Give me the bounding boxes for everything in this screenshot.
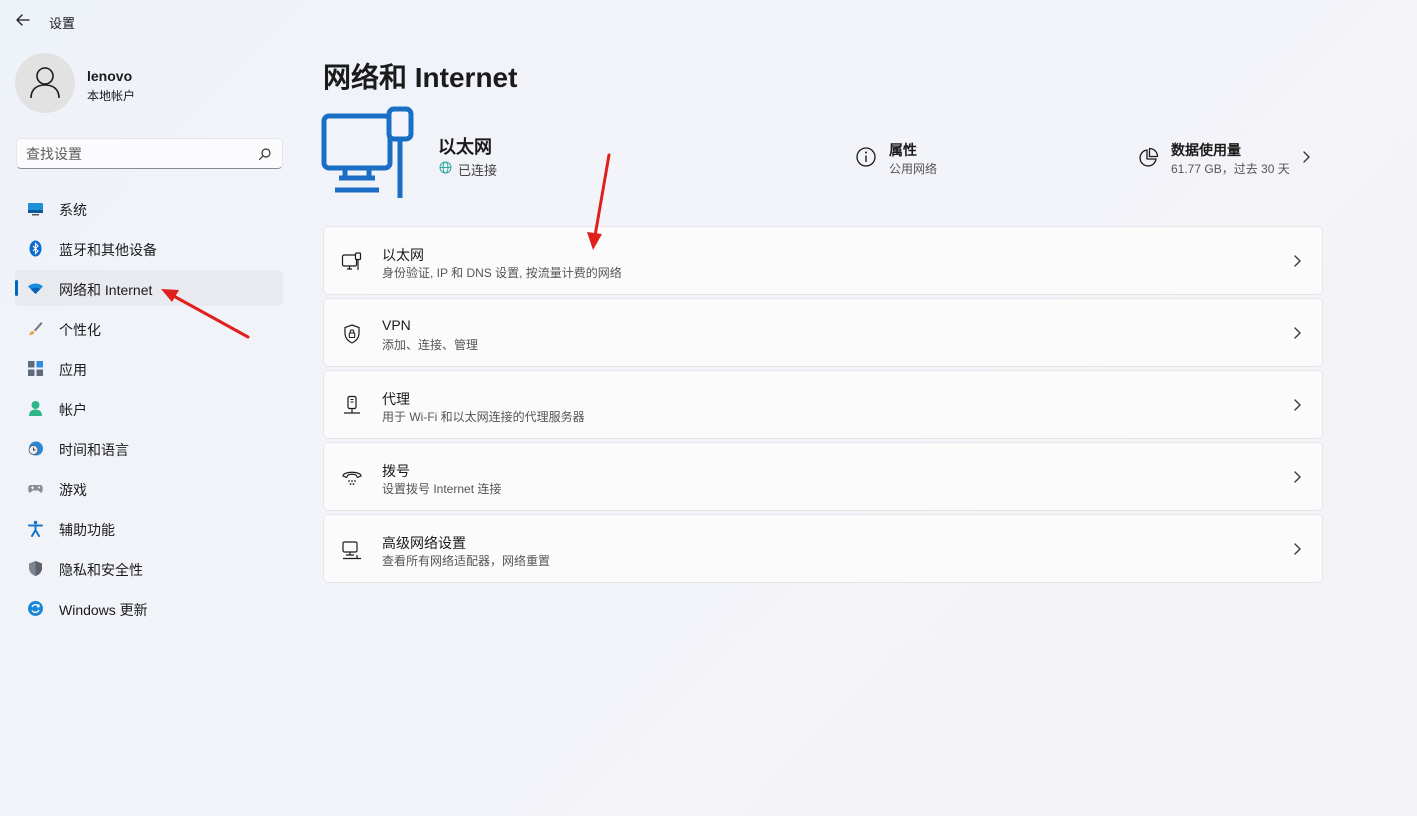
page-title: 网络和 Internet bbox=[323, 62, 518, 93]
back-arrow-icon[interactable] bbox=[12, 10, 34, 30]
sidebar-item-apps[interactable]: 应用 bbox=[15, 350, 283, 386]
sidebar-item-time-language[interactable]: 时间和语言 bbox=[15, 430, 283, 466]
system-icon bbox=[28, 203, 43, 216]
card-subtitle: 查看所有网络适配器，网络重置 bbox=[382, 554, 551, 568]
accessibility-icon bbox=[28, 520, 43, 537]
ethernet-monitor-icon bbox=[321, 106, 414, 198]
sidebar-item-gaming[interactable]: 游戏 bbox=[15, 470, 283, 506]
apps-icon bbox=[28, 361, 43, 376]
sidebar-item-system[interactable]: 系统 bbox=[15, 190, 283, 226]
card-title: 以太网 bbox=[382, 247, 424, 263]
sidebar-item-bluetooth[interactable]: 蓝牙和其他设备 bbox=[15, 230, 283, 266]
properties-link[interactable]: 属性 公用网络 bbox=[855, 137, 1075, 181]
data-usage-subtitle: 61.77 GB，过去 30 天 bbox=[1171, 162, 1290, 176]
sidebar-item-privacy[interactable]: 隐私和安全性 bbox=[15, 550, 283, 586]
settings-cards: 以太网 身份验证, IP 和 DNS 设置, 按流量计费的网络 VPN 添加、连… bbox=[323, 226, 1323, 586]
sidebar-item-label: 时间和语言 bbox=[59, 442, 129, 458]
dialup-icon bbox=[342, 471, 362, 485]
person-icon bbox=[29, 401, 42, 416]
chevron-right-icon bbox=[1303, 151, 1310, 163]
card-title: 拨号 bbox=[382, 463, 410, 479]
sidebar-item-label: 系统 bbox=[59, 202, 87, 218]
card-title: 代理 bbox=[382, 391, 410, 407]
chevron-right-icon bbox=[1294, 255, 1301, 267]
proxy-icon bbox=[344, 395, 360, 414]
bluetooth-icon bbox=[29, 240, 42, 257]
sidebar: lenovo 本地帐户 系统 蓝牙和其他设备 bbox=[0, 40, 300, 816]
chevron-right-icon bbox=[1294, 399, 1301, 411]
sidebar-item-label: 隐私和安全性 bbox=[59, 562, 143, 578]
update-icon bbox=[28, 601, 43, 616]
data-usage-link[interactable]: 数据使用量 61.77 GB，过去 30 天 bbox=[1137, 137, 1322, 181]
sidebar-item-label: 蓝牙和其他设备 bbox=[59, 242, 157, 258]
sidebar-nav: 系统 蓝牙和其他设备 网络和 Internet 个性化 应用 帐户 时间和语言 … bbox=[15, 190, 283, 630]
sidebar-item-label: 个性化 bbox=[59, 322, 101, 338]
sidebar-item-label: 网络和 Internet bbox=[59, 282, 153, 298]
card-title: VPN bbox=[382, 317, 411, 333]
connection-status: 已连接 bbox=[458, 163, 498, 178]
data-usage-title: 数据使用量 bbox=[1171, 142, 1241, 158]
sidebar-item-label: 帐户 bbox=[59, 402, 87, 418]
account-type: 本地帐户 bbox=[87, 89, 136, 103]
card-advanced-network[interactable]: 高级网络设置 查看所有网络适配器，网络重置 bbox=[323, 514, 1323, 583]
clock-globe-icon bbox=[28, 441, 43, 456]
card-title: 高级网络设置 bbox=[382, 535, 466, 551]
card-subtitle: 设置拨号 Internet 连接 bbox=[382, 482, 502, 496]
search-box[interactable] bbox=[16, 138, 283, 169]
sidebar-item-label: 辅助功能 bbox=[59, 522, 115, 538]
pie-chart-icon bbox=[1139, 147, 1159, 167]
card-subtitle: 身份验证, IP 和 DNS 设置, 按流量计费的网络 bbox=[382, 266, 622, 280]
person-avatar-icon bbox=[30, 67, 60, 99]
user-name: lenovo bbox=[87, 68, 133, 84]
card-subtitle: 用于 Wi-Fi 和以太网连接的代理服务器 bbox=[382, 410, 585, 424]
sidebar-item-label: 游戏 bbox=[59, 482, 87, 498]
shield-icon bbox=[29, 561, 42, 576]
chevron-right-icon bbox=[1294, 327, 1301, 339]
info-icon bbox=[856, 147, 876, 167]
properties-subtitle: 公用网络 bbox=[889, 162, 938, 176]
advanced-network-icon bbox=[342, 541, 361, 560]
gamepad-icon bbox=[28, 485, 43, 493]
search-icon[interactable] bbox=[258, 147, 272, 161]
avatar[interactable] bbox=[15, 53, 75, 113]
sidebar-item-label: 应用 bbox=[59, 362, 87, 378]
globe-icon bbox=[439, 161, 452, 174]
card-dialup[interactable]: 拨号 设置拨号 Internet 连接 bbox=[323, 442, 1323, 511]
sidebar-item-label: Windows 更新 bbox=[59, 602, 148, 618]
brush-icon bbox=[29, 322, 43, 335]
sidebar-item-network[interactable]: 网络和 Internet bbox=[15, 270, 283, 306]
card-vpn[interactable]: VPN 添加、连接、管理 bbox=[323, 298, 1323, 367]
sidebar-item-accounts[interactable]: 帐户 bbox=[15, 390, 283, 426]
chevron-right-icon bbox=[1294, 543, 1301, 555]
wifi-icon bbox=[28, 283, 43, 294]
vpn-shield-icon bbox=[344, 324, 360, 344]
card-subtitle: 添加、连接、管理 bbox=[382, 338, 479, 352]
search-input[interactable] bbox=[26, 144, 246, 164]
properties-title: 属性 bbox=[889, 142, 917, 158]
connection-name: 以太网 bbox=[438, 137, 492, 157]
sidebar-item-accessibility[interactable]: 辅助功能 bbox=[15, 510, 283, 546]
title-bar: 设置 bbox=[0, 0, 1417, 40]
app-title: 设置 bbox=[49, 16, 76, 31]
chevron-right-icon bbox=[1294, 471, 1301, 483]
ethernet-icon bbox=[341, 252, 362, 270]
sidebar-item-personalization[interactable]: 个性化 bbox=[15, 310, 283, 346]
sidebar-item-windows-update[interactable]: Windows 更新 bbox=[15, 590, 283, 626]
card-ethernet[interactable]: 以太网 身份验证, IP 和 DNS 设置, 按流量计费的网络 bbox=[323, 226, 1323, 295]
card-proxy[interactable]: 代理 用于 Wi-Fi 和以太网连接的代理服务器 bbox=[323, 370, 1323, 439]
